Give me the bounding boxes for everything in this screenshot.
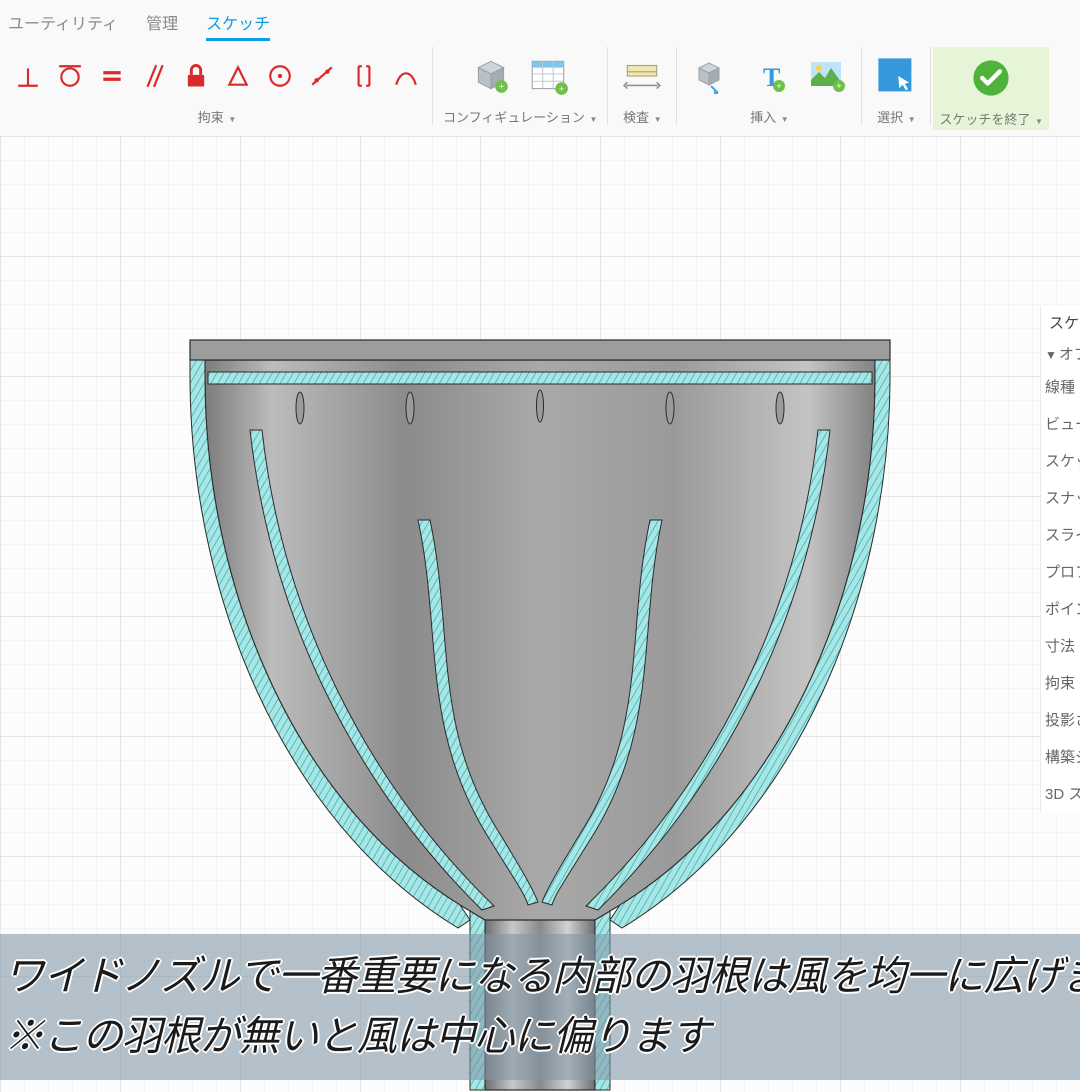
tangent-icon[interactable]: [54, 60, 86, 92]
palette-title: スケ: [1041, 306, 1080, 339]
palette-item[interactable]: 線種: [1041, 368, 1080, 405]
palette-item[interactable]: 構築ジ: [1041, 738, 1080, 775]
ribbon-tabs: ユーティリティ 管理 スケッチ: [0, 0, 1080, 43]
tab-utility[interactable]: ユーティリティ: [8, 10, 118, 41]
group-label-finish: スケッチを終了 ▼: [939, 109, 1043, 128]
config-solid-icon[interactable]: +: [467, 52, 515, 100]
palette-options-header[interactable]: ▼オプ: [1041, 339, 1080, 368]
concentric-icon[interactable]: [264, 60, 296, 92]
palette-item[interactable]: スライス: [1041, 516, 1080, 553]
equal-icon[interactable]: [96, 60, 128, 92]
curvature-icon[interactable]: [390, 60, 422, 92]
palette-item[interactable]: 投影さ: [1041, 701, 1080, 738]
group-label-constraint: 拘束 ▼: [198, 107, 237, 126]
palette-item[interactable]: ビュー正: [1041, 405, 1080, 442]
fix-lock-icon[interactable]: [180, 60, 212, 92]
collinear-icon[interactable]: [306, 60, 338, 92]
toolbar: 拘束 ▼ +: [0, 43, 1080, 136]
svg-text:+: +: [837, 81, 842, 91]
config-table-icon[interactable]: +: [525, 52, 573, 100]
symmetry-icon[interactable]: [222, 60, 254, 92]
select-icon[interactable]: [872, 52, 920, 100]
palette-item[interactable]: ポイント: [1041, 590, 1080, 627]
palette-item[interactable]: 3D スケ: [1041, 775, 1080, 812]
group-label-insert: 挿入 ▼: [750, 107, 789, 126]
palette-item[interactable]: 拘束: [1041, 664, 1080, 701]
group-label-config: コンフィギュレーション ▼: [443, 107, 597, 126]
palette-item[interactable]: プロファ: [1041, 553, 1080, 590]
svg-text:+: +: [777, 81, 782, 91]
insert-image-icon[interactable]: +: [803, 52, 851, 100]
palette-item[interactable]: スケッチ: [1041, 442, 1080, 479]
measure-icon[interactable]: [618, 52, 666, 100]
insert-text-icon[interactable]: T +: [745, 52, 793, 100]
svg-text:+: +: [499, 82, 505, 93]
finish-sketch-button[interactable]: スケッチを終了 ▼: [933, 47, 1049, 130]
perpendicular-icon[interactable]: [12, 60, 44, 92]
checkmark-circle-icon: [967, 54, 1015, 102]
svg-text:+: +: [559, 84, 565, 95]
constraint-bracket-icon[interactable]: [348, 60, 380, 92]
sketch-palette: スケ ▼オプ 線種 ビュー正 スケッチ スナップ スライス プロファ ポイント …: [1040, 306, 1080, 812]
group-label-select: 選択 ▼: [877, 107, 916, 126]
group-label-inspect: 検査 ▼: [623, 107, 662, 126]
palette-item[interactable]: スナップ: [1041, 479, 1080, 516]
caption-line-2: ※この羽根が無いと風は中心に偏ります: [4, 1002, 1055, 1062]
insert-derive-icon[interactable]: [687, 52, 735, 100]
caption-overlay: ワイドノズルで一番重要になる内部の羽根は風を均一に広げます ※この羽根が無いと風…: [0, 934, 1080, 1080]
tab-sketch[interactable]: スケッチ: [206, 10, 270, 41]
tab-manage[interactable]: 管理: [146, 10, 178, 41]
parallel-icon[interactable]: [138, 60, 170, 92]
caption-line-1: ワイドノズルで一番重要になる内部の羽根は風を均一に広げます: [4, 942, 1055, 1002]
palette-item[interactable]: 寸法: [1041, 627, 1080, 664]
